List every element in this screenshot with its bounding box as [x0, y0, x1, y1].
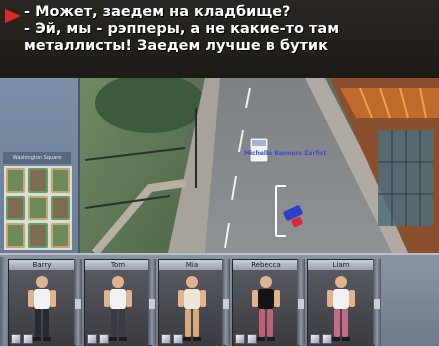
character-bar: Barry Tom Mia Rebecca Liam [0, 253, 439, 346]
map-block[interactable] [50, 168, 70, 193]
caption-line-1: - Может, заедем на кладбище? [24, 4, 291, 20]
character-actions [235, 334, 257, 344]
character-options-icon[interactable] [99, 334, 109, 344]
minimap-panel[interactable]: Washington Square [0, 78, 80, 253]
map-block[interactable] [28, 223, 48, 248]
character-options-icon[interactable] [247, 334, 257, 344]
player-name-tag: Michelle Banners Zarfist [244, 150, 327, 157]
red-arrow-icon [5, 9, 21, 23]
card-scrollbar[interactable] [297, 259, 305, 345]
character-name: Liam [308, 260, 374, 270]
character-name: Barry [9, 260, 75, 270]
character-actions [310, 334, 332, 344]
map-block[interactable] [6, 168, 26, 193]
card-scrollbar[interactable] [74, 259, 82, 345]
caption-line-2: - Эй, мы - рэпперы, а не какие-то там [24, 21, 340, 37]
character-name: Mia [159, 260, 225, 270]
edit-character-icon[interactable] [161, 334, 171, 344]
minimap-label: Washington Square [3, 152, 71, 164]
caption-band: - Может, заедем на кладбище? - Эй, мы - … [0, 0, 439, 78]
edit-character-icon[interactable] [235, 334, 245, 344]
character-actions [87, 334, 109, 344]
character-actions [11, 334, 33, 344]
map-block[interactable] [28, 168, 48, 193]
character-actions [161, 334, 183, 344]
character-card[interactable]: Liam [307, 259, 375, 346]
card-scrollbar[interactable] [148, 259, 156, 345]
map-block[interactable] [28, 195, 48, 221]
game-screen[interactable]: Washington Square Michelle Banners Zarfi… [0, 78, 439, 346]
character-options-icon[interactable] [23, 334, 33, 344]
caption-line-3: металлисты! Заедем лучше в бутик [24, 38, 328, 54]
character-name: Rebecca [233, 260, 299, 270]
character-options-icon[interactable] [173, 334, 183, 344]
card-scrollbar[interactable] [373, 259, 381, 345]
map-block[interactable] [50, 195, 70, 221]
character-card[interactable]: Rebecca [232, 259, 300, 346]
map-block[interactable] [6, 195, 26, 221]
city-minimap[interactable] [4, 166, 72, 250]
caption-text: - Может, заедем на кладбище? - Эй, мы - … [24, 4, 432, 55]
map-block[interactable] [50, 223, 70, 248]
character-card[interactable]: Mia [158, 259, 226, 346]
character-options-icon[interactable] [322, 334, 332, 344]
character-card[interactable]: Barry [8, 259, 76, 346]
edit-character-icon[interactable] [11, 334, 21, 344]
edit-character-icon[interactable] [87, 334, 97, 344]
page: - Может, заедем на кладбище? - Эй, мы - … [0, 0, 439, 346]
card-scrollbar[interactable] [222, 259, 230, 345]
character-bar-edge [0, 257, 6, 345]
map-block[interactable] [6, 223, 26, 248]
edit-character-icon[interactable] [310, 334, 320, 344]
character-name: Tom [85, 260, 151, 270]
character-card[interactable]: Tom [84, 259, 152, 346]
